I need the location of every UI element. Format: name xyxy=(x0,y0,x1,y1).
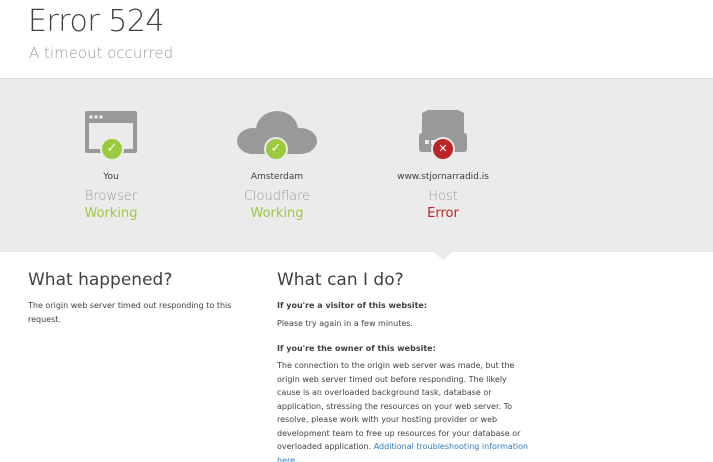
cloudflare-name: Cloudflare xyxy=(243,189,311,204)
page-header: Error 524 A timeout occurred xyxy=(0,0,713,78)
browser-icon-wrap: ✓ xyxy=(21,103,201,163)
visitor-heading: If you're a visitor of this website: xyxy=(277,301,428,310)
status-band: ✓ You Browser Working ✓ Amsterdam Cloudf… xyxy=(0,78,713,252)
cloudflare-check-icon: ✓ xyxy=(264,137,288,161)
browser-check-icon: ✓ xyxy=(100,137,124,161)
host-x-icon: ✕ xyxy=(431,137,455,161)
cloudflare-state: Working xyxy=(250,206,304,221)
browser-name: Browser xyxy=(84,189,138,204)
owner-text-block: The connection to the origin web server … xyxy=(277,359,531,462)
owner-link-suffix: . xyxy=(295,455,298,462)
cloudflare-icon-wrap: ✓ xyxy=(187,103,367,163)
owner-text: The connection to the origin web server … xyxy=(277,361,521,451)
browser-state: Working xyxy=(84,206,138,221)
error-subtitle: A timeout occurred xyxy=(29,44,174,62)
host-location: www.stjornarradid.is xyxy=(397,172,489,182)
owner-heading: If you're the owner of this website: xyxy=(277,344,436,353)
host-icon-wrap: ✕ xyxy=(353,103,533,163)
browser-location: You xyxy=(103,172,119,182)
host-state: Error xyxy=(427,206,459,221)
host-status: ✕ www.stjornarradid.is Host Error xyxy=(353,79,533,253)
visitor-text: Please try again in a few minutes. xyxy=(277,319,413,328)
what-happened-text: The origin web server timed out respondi… xyxy=(28,301,232,324)
cloudflare-status: ✓ Amsterdam Cloudflare Working xyxy=(187,79,367,253)
status-pointer xyxy=(434,252,452,261)
what-happened-title: What happened? xyxy=(28,270,173,290)
error-title: Error 524 xyxy=(28,4,164,39)
browser-status: ✓ You Browser Working xyxy=(21,79,201,253)
cloudflare-location: Amsterdam xyxy=(250,172,304,182)
what-can-title: What can I do? xyxy=(277,270,404,290)
host-name: Host xyxy=(428,189,458,204)
